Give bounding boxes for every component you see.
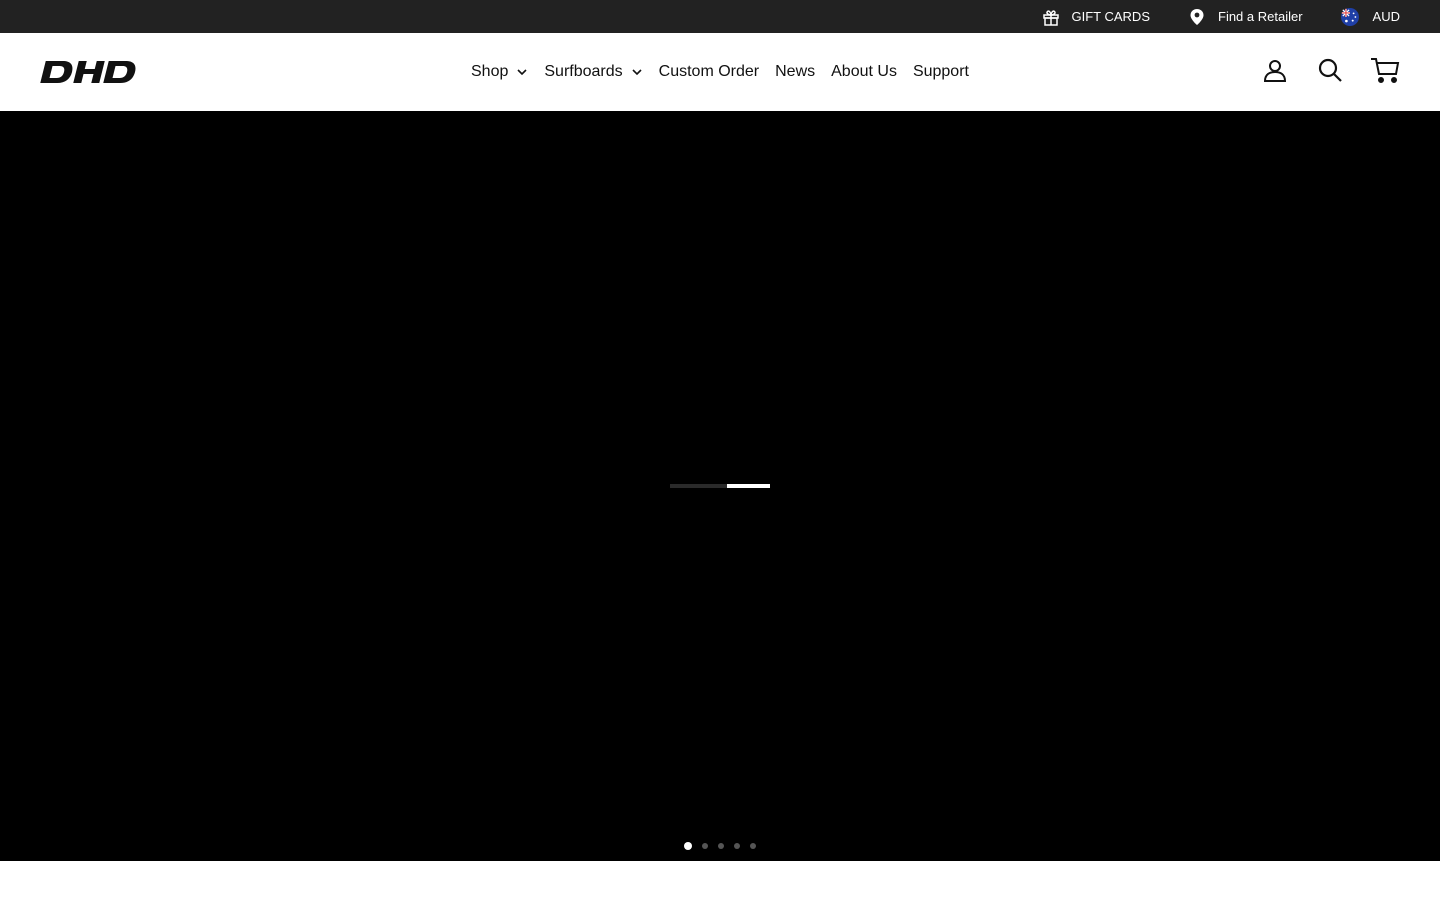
currency-label: AUD	[1372, 9, 1400, 24]
slide-loading-progress	[727, 484, 770, 488]
find-retailer-label: Find a Retailer	[1218, 9, 1303, 24]
gift-cards-label: GIFT CARDS	[1071, 9, 1151, 24]
page-content-start	[0, 861, 1440, 900]
utility-bar: GIFT CARDS Find a Retailer AUD	[0, 0, 1440, 33]
slide-dot-1[interactable]	[684, 842, 692, 850]
nav-surfboards-label: Surfboards	[544, 63, 623, 80]
slide-loading-bar	[670, 484, 770, 488]
nav-shop-label: Shop	[471, 63, 509, 80]
nav-custom-order[interactable]: Custom Order	[651, 63, 767, 81]
slide-dot-3[interactable]	[718, 843, 724, 849]
gift-cards-link[interactable]: GIFT CARDS	[1042, 8, 1151, 26]
header-icons	[1260, 55, 1400, 85]
nav-surfboards[interactable]: Surfboards	[536, 63, 650, 81]
map-pin-icon	[1188, 8, 1206, 26]
account-icon[interactable]	[1260, 55, 1290, 85]
chevron-down-icon	[516, 66, 528, 78]
nav-news-label: News	[775, 63, 816, 80]
dhd-logo-mark	[40, 61, 136, 83]
find-retailer-link[interactable]: Find a Retailer	[1188, 8, 1303, 26]
gift-icon	[1042, 8, 1060, 26]
currency-selector[interactable]: AUD	[1340, 7, 1400, 26]
main-nav: Shop Surfboards Custom Order News About …	[0, 33, 1440, 111]
nav-about-us[interactable]: About Us	[823, 63, 905, 81]
australia-flag-icon	[1340, 7, 1359, 26]
slide-dot-4[interactable]	[734, 843, 740, 849]
cart-icon[interactable]	[1370, 55, 1400, 85]
chevron-down-icon	[631, 66, 643, 78]
hero-slideshow	[0, 111, 1440, 861]
nav-about-us-label: About Us	[831, 63, 897, 80]
slide-pagination	[0, 842, 1440, 850]
nav-news[interactable]: News	[767, 63, 823, 81]
nav-shop[interactable]: Shop	[463, 63, 536, 81]
nav-custom-order-label: Custom Order	[658, 63, 760, 80]
search-icon[interactable]	[1315, 55, 1345, 85]
nav-support-label: Support	[912, 63, 969, 80]
nav-support[interactable]: Support	[905, 63, 977, 81]
dhd-logo[interactable]	[40, 60, 140, 84]
slide-dot-5[interactable]	[750, 843, 756, 849]
slide-dot-2[interactable]	[702, 843, 708, 849]
site-header: Shop Surfboards Custom Order News About …	[0, 33, 1440, 111]
